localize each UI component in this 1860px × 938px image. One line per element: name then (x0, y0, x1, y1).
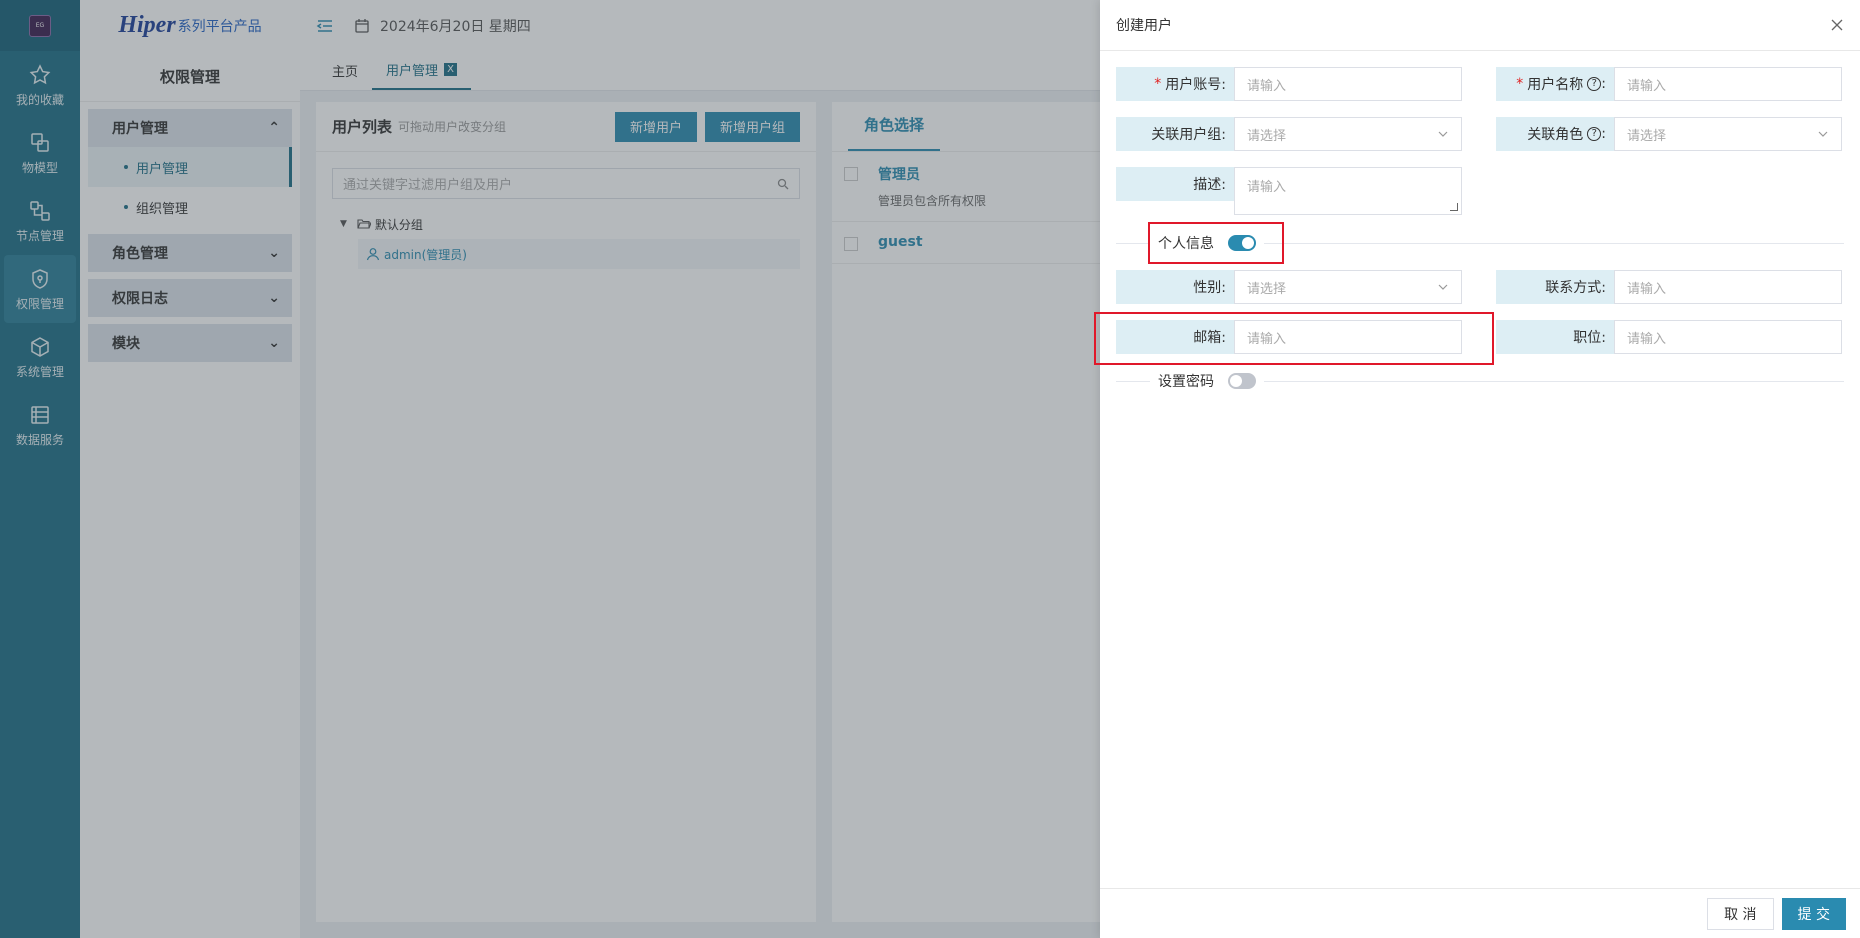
close-icon[interactable] (1830, 18, 1844, 32)
contact-input[interactable]: 请输入 (1614, 270, 1842, 304)
form-row-role: 关联角色?: 请选择 (1496, 117, 1842, 151)
account-input[interactable]: 请输入 (1234, 67, 1462, 101)
resize-handle-icon[interactable] (1450, 203, 1458, 211)
highlight-box (1148, 222, 1284, 264)
position-label: 职位: (1496, 320, 1614, 354)
name-label: * 用户名称?: (1496, 67, 1614, 101)
role-label: 关联角色?: (1496, 117, 1614, 151)
role-select[interactable]: 请选择 (1614, 117, 1842, 151)
set-password-label: 设置密码 (1158, 374, 1214, 390)
gender-label: 性别: (1116, 270, 1234, 304)
form-row-account: * 用户账号: 请输入 (1116, 67, 1462, 101)
drawer-footer: 取 消 提 交 (1100, 888, 1860, 938)
drawer-title: 创建用户 (1116, 18, 1172, 34)
submit-button[interactable]: 提 交 (1781, 897, 1846, 930)
set-password-toggle-row: 设置密码 (1150, 370, 1264, 392)
form-row-desc: 描述: 请输入 (1116, 167, 1462, 215)
form-row-position: 职位: 请输入 (1496, 320, 1842, 354)
user-group-select[interactable]: 请选择 (1234, 117, 1462, 151)
contact-label: 联系方式: (1496, 270, 1614, 304)
drawer-header: 创建用户 (1100, 0, 1860, 51)
required-mark: * (1154, 76, 1162, 92)
form-row-name: * 用户名称?: 请输入 (1496, 67, 1842, 101)
required-mark: * (1516, 76, 1524, 92)
position-input[interactable]: 请输入 (1614, 320, 1842, 354)
description-textarea[interactable]: 请输入 (1234, 167, 1462, 215)
gender-select[interactable]: 请选择 (1234, 270, 1462, 304)
form-row-gender: 性别: 请选择 (1116, 270, 1462, 304)
form-row-contact: 联系方式: 请输入 (1496, 270, 1842, 304)
desc-label: 描述: (1116, 167, 1234, 201)
account-label: * 用户账号: (1116, 67, 1234, 101)
help-icon[interactable]: ? (1587, 127, 1602, 141)
set-password-switch[interactable] (1228, 373, 1256, 389)
modal-overlay[interactable] (0, 0, 1100, 938)
group-label: 关联用户组: (1116, 117, 1234, 151)
form-row-group: 关联用户组: 请选择 (1116, 117, 1462, 151)
cancel-button[interactable]: 取 消 (1707, 897, 1774, 930)
chevron-down-icon (1438, 284, 1448, 290)
chevron-down-icon (1438, 131, 1448, 137)
name-input[interactable]: 请输入 (1614, 67, 1842, 101)
help-icon[interactable]: ? (1587, 77, 1602, 91)
chevron-down-icon (1818, 131, 1828, 137)
highlight-box (1094, 312, 1494, 365)
